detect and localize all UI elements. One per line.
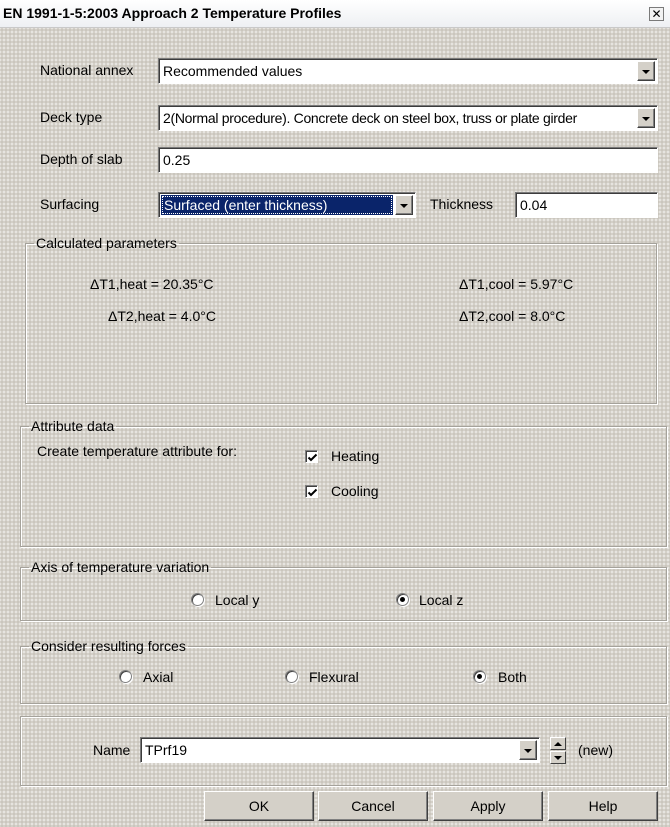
national-annex-label: National annex [40,62,134,78]
help-button[interactable]: Help [548,791,658,821]
chevron-down-icon [642,117,650,121]
axial-label[interactable]: Axial [143,669,173,685]
cancel-button[interactable]: Cancel [318,791,428,821]
checkmark-icon [307,488,318,497]
axis-variation-group: Axis of temperature variation [20,560,667,621]
surfacing-value: Surfaced (enter thickness) [164,197,328,213]
checkmark-icon [307,453,318,462]
resulting-forces-legend: Consider resulting forces [31,638,186,654]
local-z-radio[interactable] [396,593,409,606]
depth-of-slab-input[interactable]: 0.25 [158,147,658,173]
local-y-radio[interactable] [191,593,204,606]
dt2-heat-value: ΔT2,heat = 4.0°C [108,308,216,324]
dt1-heat-value: ΔT1,heat = 20.35°C [90,276,214,292]
both-label[interactable]: Both [498,669,527,685]
apply-button[interactable]: Apply [433,791,543,821]
spin-down-icon [554,756,562,760]
chevron-down-icon [400,204,408,208]
national-annex-select[interactable]: Recommended values [158,58,658,84]
new-indicator: (new) [578,742,614,758]
spin-up-button[interactable] [550,737,566,750]
local-z-label[interactable]: Local z [419,592,463,608]
dt2-cool-value: ΔT2,cool = 8.0°C [459,308,566,324]
surfacing-selected: Surfaced (enter thickness) [161,195,393,215]
name-value: TPrf19 [145,742,188,758]
deck-type-dropdown-button[interactable] [637,108,655,128]
chevron-down-icon [524,749,532,753]
close-button[interactable]: ✕ [649,7,664,21]
name-dropdown-button[interactable] [519,740,537,760]
deck-type-select[interactable]: 2(Normal procedure). Concrete deck on st… [158,105,658,131]
axis-variation-legend: Axis of temperature variation [31,559,210,575]
window-title: EN 1991-1-5:2003 Approach 2 Temperature … [3,5,342,21]
flexural-radio[interactable] [285,670,298,683]
close-icon: ✕ [651,7,662,21]
ok-button[interactable]: OK [204,791,314,821]
chevron-down-icon [642,70,650,74]
heating-label[interactable]: Heating [331,448,379,464]
create-attribute-label: Create temperature attribute for: [37,443,237,459]
thickness-label: Thickness [430,196,494,212]
surfacing-select[interactable]: Surfaced (enter thickness) [158,192,416,218]
name-combobox[interactable]: TPrf19 [140,737,540,763]
attribute-data-legend: Attribute data [31,418,115,434]
cooling-label[interactable]: Cooling [331,483,378,499]
deck-type-value: 2(Normal procedure). Concrete deck on st… [163,110,577,126]
thickness-input[interactable]: 0.04 [515,192,658,218]
title-bar: EN 1991-1-5:2003 Approach 2 Temperature … [0,0,670,28]
calculated-parameters-legend: Calculated parameters [36,235,177,251]
flexural-label[interactable]: Flexural [309,669,359,685]
national-annex-dropdown-button[interactable] [637,61,655,81]
name-label: Name [93,742,131,758]
dt1-cool-value: ΔT1,cool = 5.97°C [459,276,574,292]
spin-down-button[interactable] [550,751,566,764]
axial-radio[interactable] [119,670,132,683]
thickness-value: 0.04 [520,197,548,213]
depth-of-slab-label: Depth of slab [40,151,123,167]
depth-of-slab-value: 0.25 [163,152,191,168]
both-radio[interactable] [473,670,486,683]
surfacing-dropdown-button[interactable] [395,195,413,215]
deck-type-label: Deck type [40,109,103,125]
cooling-checkbox[interactable] [305,485,318,498]
local-y-label[interactable]: Local y [215,592,259,608]
surfacing-label: Surfacing [40,196,100,212]
spin-up-icon [554,742,562,746]
national-annex-value: Recommended values [163,63,303,79]
heating-checkbox[interactable] [305,450,318,463]
